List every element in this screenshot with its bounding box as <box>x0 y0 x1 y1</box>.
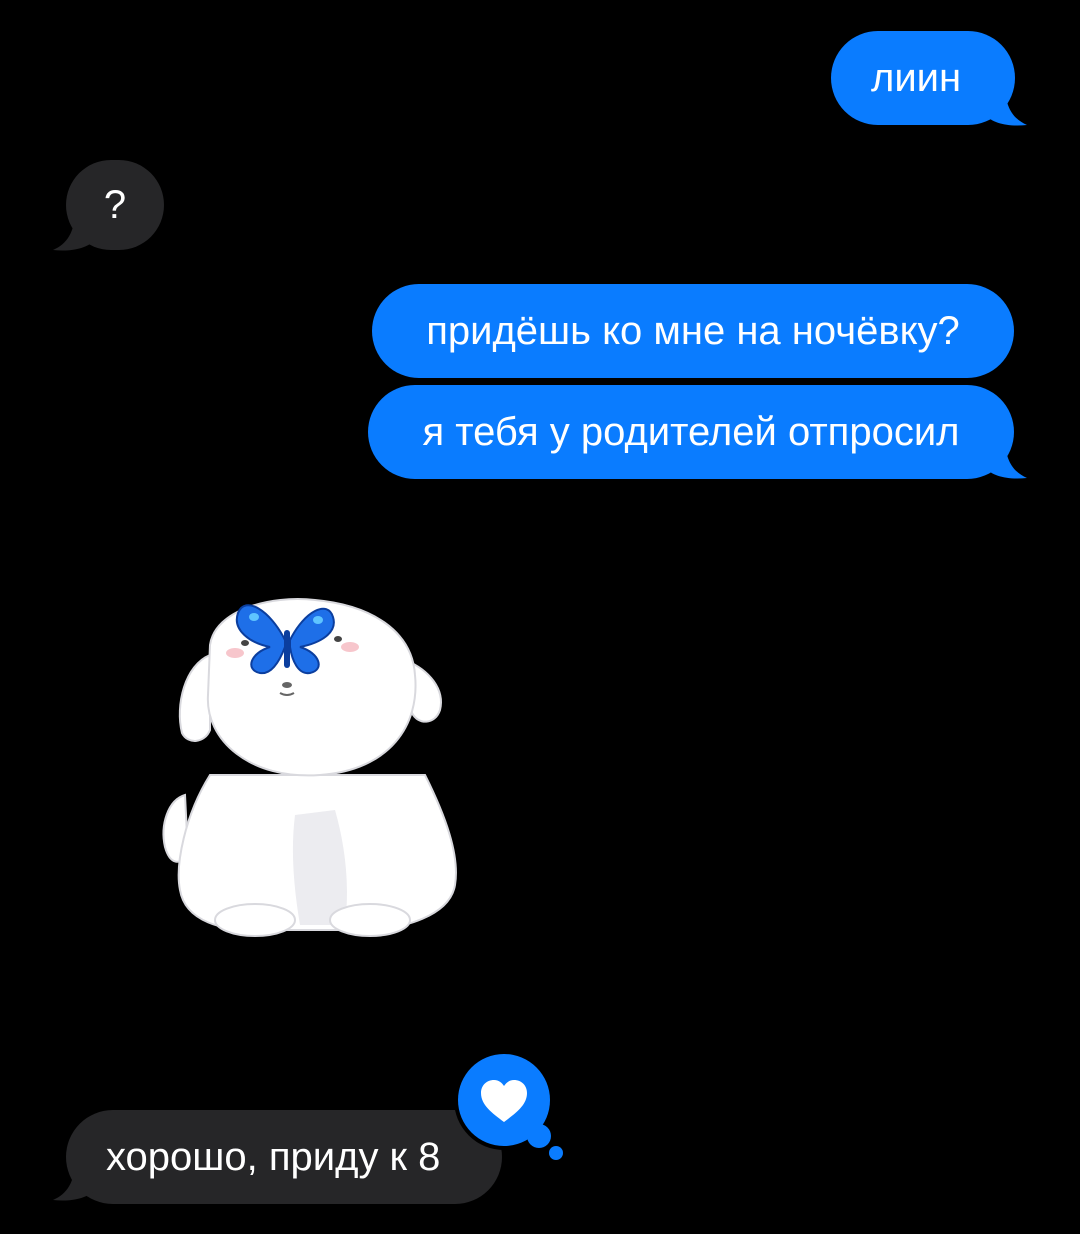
message-text: ? <box>103 183 127 227</box>
heart-reaction-badge[interactable] <box>447 1050 572 1165</box>
message-text: я тебя у родителей отпросил <box>422 410 960 454</box>
message-text: хорошо, приду к 8 <box>106 1135 441 1179</box>
bubble-tail <box>985 438 1027 479</box>
bubble-tail <box>53 1160 95 1201</box>
outgoing-message-bubble[interactable]: я тебя у родителей отпросил <box>368 385 1014 479</box>
incoming-message-bubble[interactable]: хорошо, приду к 8 <box>66 1110 502 1204</box>
puppy-sticker[interactable] <box>150 585 470 945</box>
bubble-tail <box>53 210 95 251</box>
message-text: придёшь ко мне на ночёвку? <box>426 309 960 353</box>
bubble-tail <box>985 85 1027 126</box>
message-text: лиин <box>871 56 962 100</box>
outgoing-message-bubble[interactable]: придёшь ко мне на ночёвку? <box>372 284 1014 378</box>
